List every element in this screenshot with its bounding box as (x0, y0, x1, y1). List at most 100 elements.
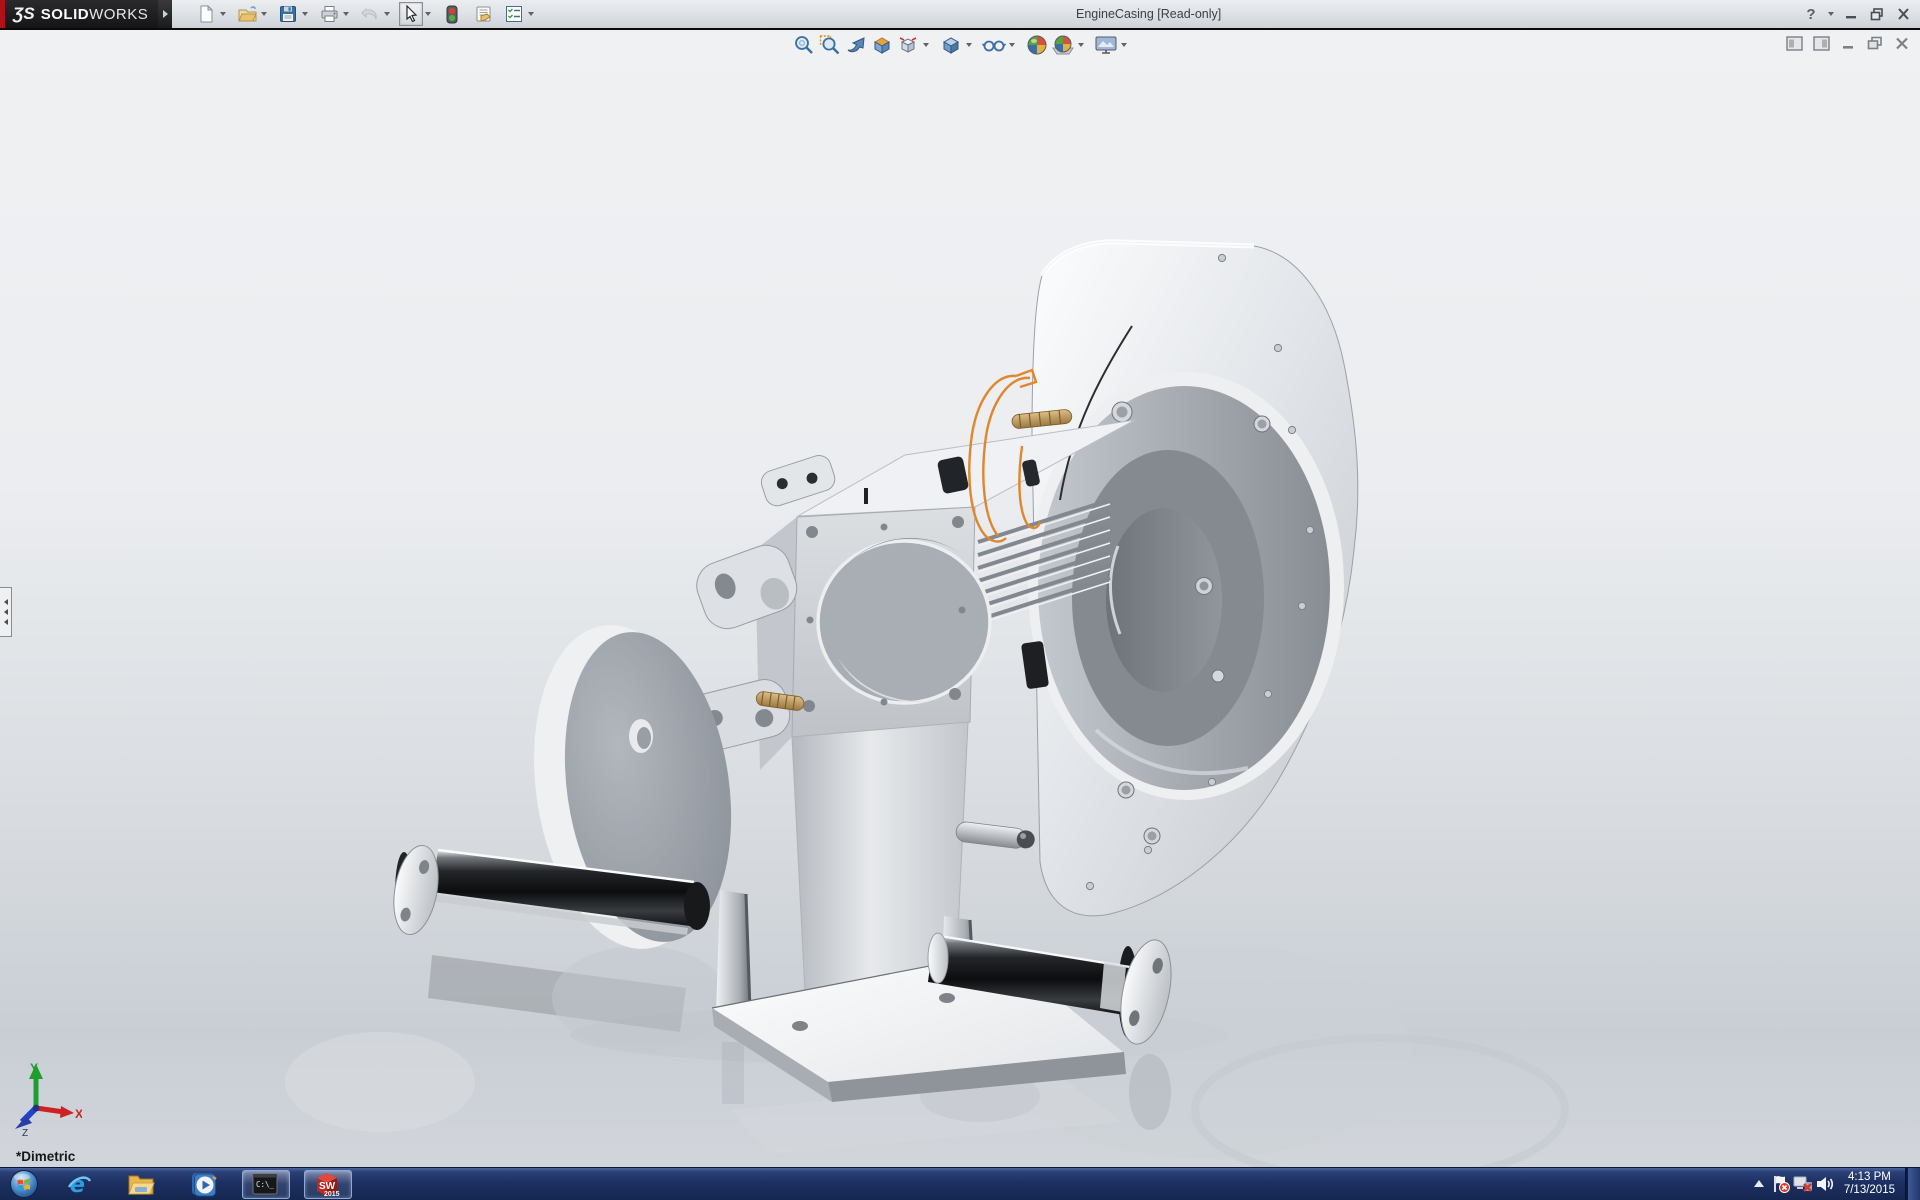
system-tray: 4:13 PM 7/13/2015 (1748, 1168, 1920, 1200)
minimize-icon (1841, 37, 1856, 50)
taskbar-item-media-player[interactable] (172, 1168, 234, 1200)
chevron-left-icon (4, 619, 8, 625)
restore-icon (1870, 8, 1884, 21)
file-properties-button[interactable] (471, 2, 495, 26)
printer-icon (320, 5, 339, 23)
chevron-down-icon[interactable] (218, 2, 228, 26)
speaker-icon (1815, 1174, 1835, 1194)
document-title: EngineCasing [Read-only] (1076, 7, 1221, 21)
minimize-button[interactable] (1840, 3, 1862, 25)
taskbar-item-windows-explorer[interactable] (110, 1168, 172, 1200)
apply-scene-icon (1051, 34, 1075, 56)
rebuild-button[interactable] (440, 2, 464, 26)
previous-view-icon (845, 34, 867, 56)
clock-time: 4:13 PM (1844, 1171, 1895, 1184)
undo-button[interactable] (358, 2, 382, 26)
chevron-left-icon (4, 609, 8, 615)
restore-button[interactable] (1866, 3, 1888, 25)
support-post (716, 890, 750, 1014)
network-status-icon[interactable] (1792, 1168, 1814, 1200)
appearance-sphere-icon (1026, 34, 1048, 56)
menu-expand-arrow[interactable] (158, 0, 172, 28)
zoom-to-fit-button[interactable] (791, 32, 817, 58)
triad-y-label: Y (30, 1061, 38, 1075)
chevron-down-icon[interactable] (341, 2, 351, 26)
edit-appearance-button[interactable] (1024, 32, 1050, 58)
chevron-down-icon[interactable] (964, 33, 974, 57)
chevron-down-icon[interactable] (300, 2, 310, 26)
show-hidden-icons-button[interactable] (1748, 1168, 1770, 1200)
hide-show-items-button[interactable] (981, 32, 1007, 58)
action-center-icon[interactable] (1770, 1168, 1792, 1200)
windows-start-icon (9, 1169, 39, 1199)
save-floppy-icon (279, 5, 297, 23)
section-view-button[interactable] (869, 32, 895, 58)
chevron-down-icon[interactable] (1007, 33, 1017, 57)
chevron-left-icon (4, 599, 8, 605)
select-button[interactable] (399, 2, 423, 26)
print-button[interactable] (317, 2, 341, 26)
featuremanager-collapse-tab[interactable] (0, 587, 12, 637)
options-button[interactable] (502, 2, 526, 26)
brand-text: SOLIDWORKS (41, 6, 149, 23)
view-settings-icon (1094, 34, 1118, 56)
zoom-to-area-icon (819, 34, 841, 56)
doc-close-button[interactable] (1892, 34, 1912, 52)
clock-date: 7/13/2015 (1844, 1184, 1895, 1197)
options-checklist-icon (505, 5, 523, 23)
chevron-down-icon[interactable] (1119, 33, 1129, 57)
chevron-right-icon (163, 10, 168, 18)
solidworks-logo: ƷS SOLIDWORKS (5, 0, 158, 28)
show-desktop-button[interactable] (1905, 1168, 1920, 1200)
network-disconnected-icon (1792, 1174, 1814, 1194)
zoom-to-area-button[interactable] (817, 32, 843, 58)
chevron-down-icon[interactable] (423, 2, 433, 26)
glasses-icon (982, 34, 1006, 56)
view-settings-button[interactable] (1093, 32, 1119, 58)
start-button[interactable] (0, 1168, 48, 1200)
taskbar-item-internet-explorer[interactable]: e (48, 1168, 110, 1200)
pane-left-button[interactable] (1784, 34, 1804, 52)
apply-scene-button[interactable] (1050, 32, 1076, 58)
display-style-button[interactable] (938, 32, 964, 58)
chevron-down-icon[interactable] (1826, 2, 1836, 26)
close-button[interactable] (1892, 3, 1914, 25)
taskbar-clock[interactable]: 4:13 PM 7/13/2015 (1844, 1171, 1895, 1197)
open-button[interactable] (235, 2, 259, 26)
chevron-down-icon[interactable] (526, 2, 536, 26)
new-button[interactable] (194, 2, 218, 26)
pane-right-icon (1813, 36, 1830, 51)
taskbar-item-solidworks[interactable]: SW 2015 (296, 1168, 358, 1200)
undo-arrow-icon (360, 5, 380, 23)
open-folder-icon (238, 5, 257, 23)
file-properties-icon (474, 5, 493, 23)
view-orientation-button[interactable] (895, 32, 921, 58)
sw-year-badge: 2015 (324, 1191, 340, 1198)
help-button[interactable]: ? (1800, 3, 1822, 25)
document-window-controls (1784, 34, 1912, 52)
close-icon (1895, 37, 1909, 50)
taskbar-item-command-prompt[interactable]: C:\_ (234, 1168, 296, 1200)
internet-explorer-icon: e (66, 1171, 93, 1198)
chevron-down-icon[interactable] (259, 2, 269, 26)
chevron-down-icon[interactable] (921, 33, 931, 57)
triad-z-label: Z (22, 1128, 28, 1136)
previous-view-button[interactable] (843, 32, 869, 58)
chevron-down-icon[interactable] (382, 2, 392, 26)
graphics-area[interactable]: Y X Z *Dimetric (0, 28, 1920, 1170)
save-button[interactable] (276, 2, 300, 26)
dassault-3ds-icon: ƷS (13, 4, 35, 24)
dowel-pin[interactable] (955, 821, 1036, 850)
chevron-up-icon (1753, 1179, 1765, 1189)
doc-minimize-button[interactable] (1838, 34, 1858, 52)
display-style-icon (940, 34, 962, 56)
chevron-down-icon[interactable] (1076, 33, 1086, 57)
reference-triad: Y X Z (12, 1060, 82, 1136)
pane-right-button[interactable] (1811, 34, 1831, 52)
traffic-light-icon (446, 5, 458, 24)
volume-icon[interactable] (1814, 1168, 1836, 1200)
engine-casing-model[interactable] (0, 30, 1920, 1170)
select-cursor-icon (403, 5, 419, 23)
doc-restore-button[interactable] (1865, 34, 1885, 52)
view-orientation-icon (897, 34, 919, 56)
